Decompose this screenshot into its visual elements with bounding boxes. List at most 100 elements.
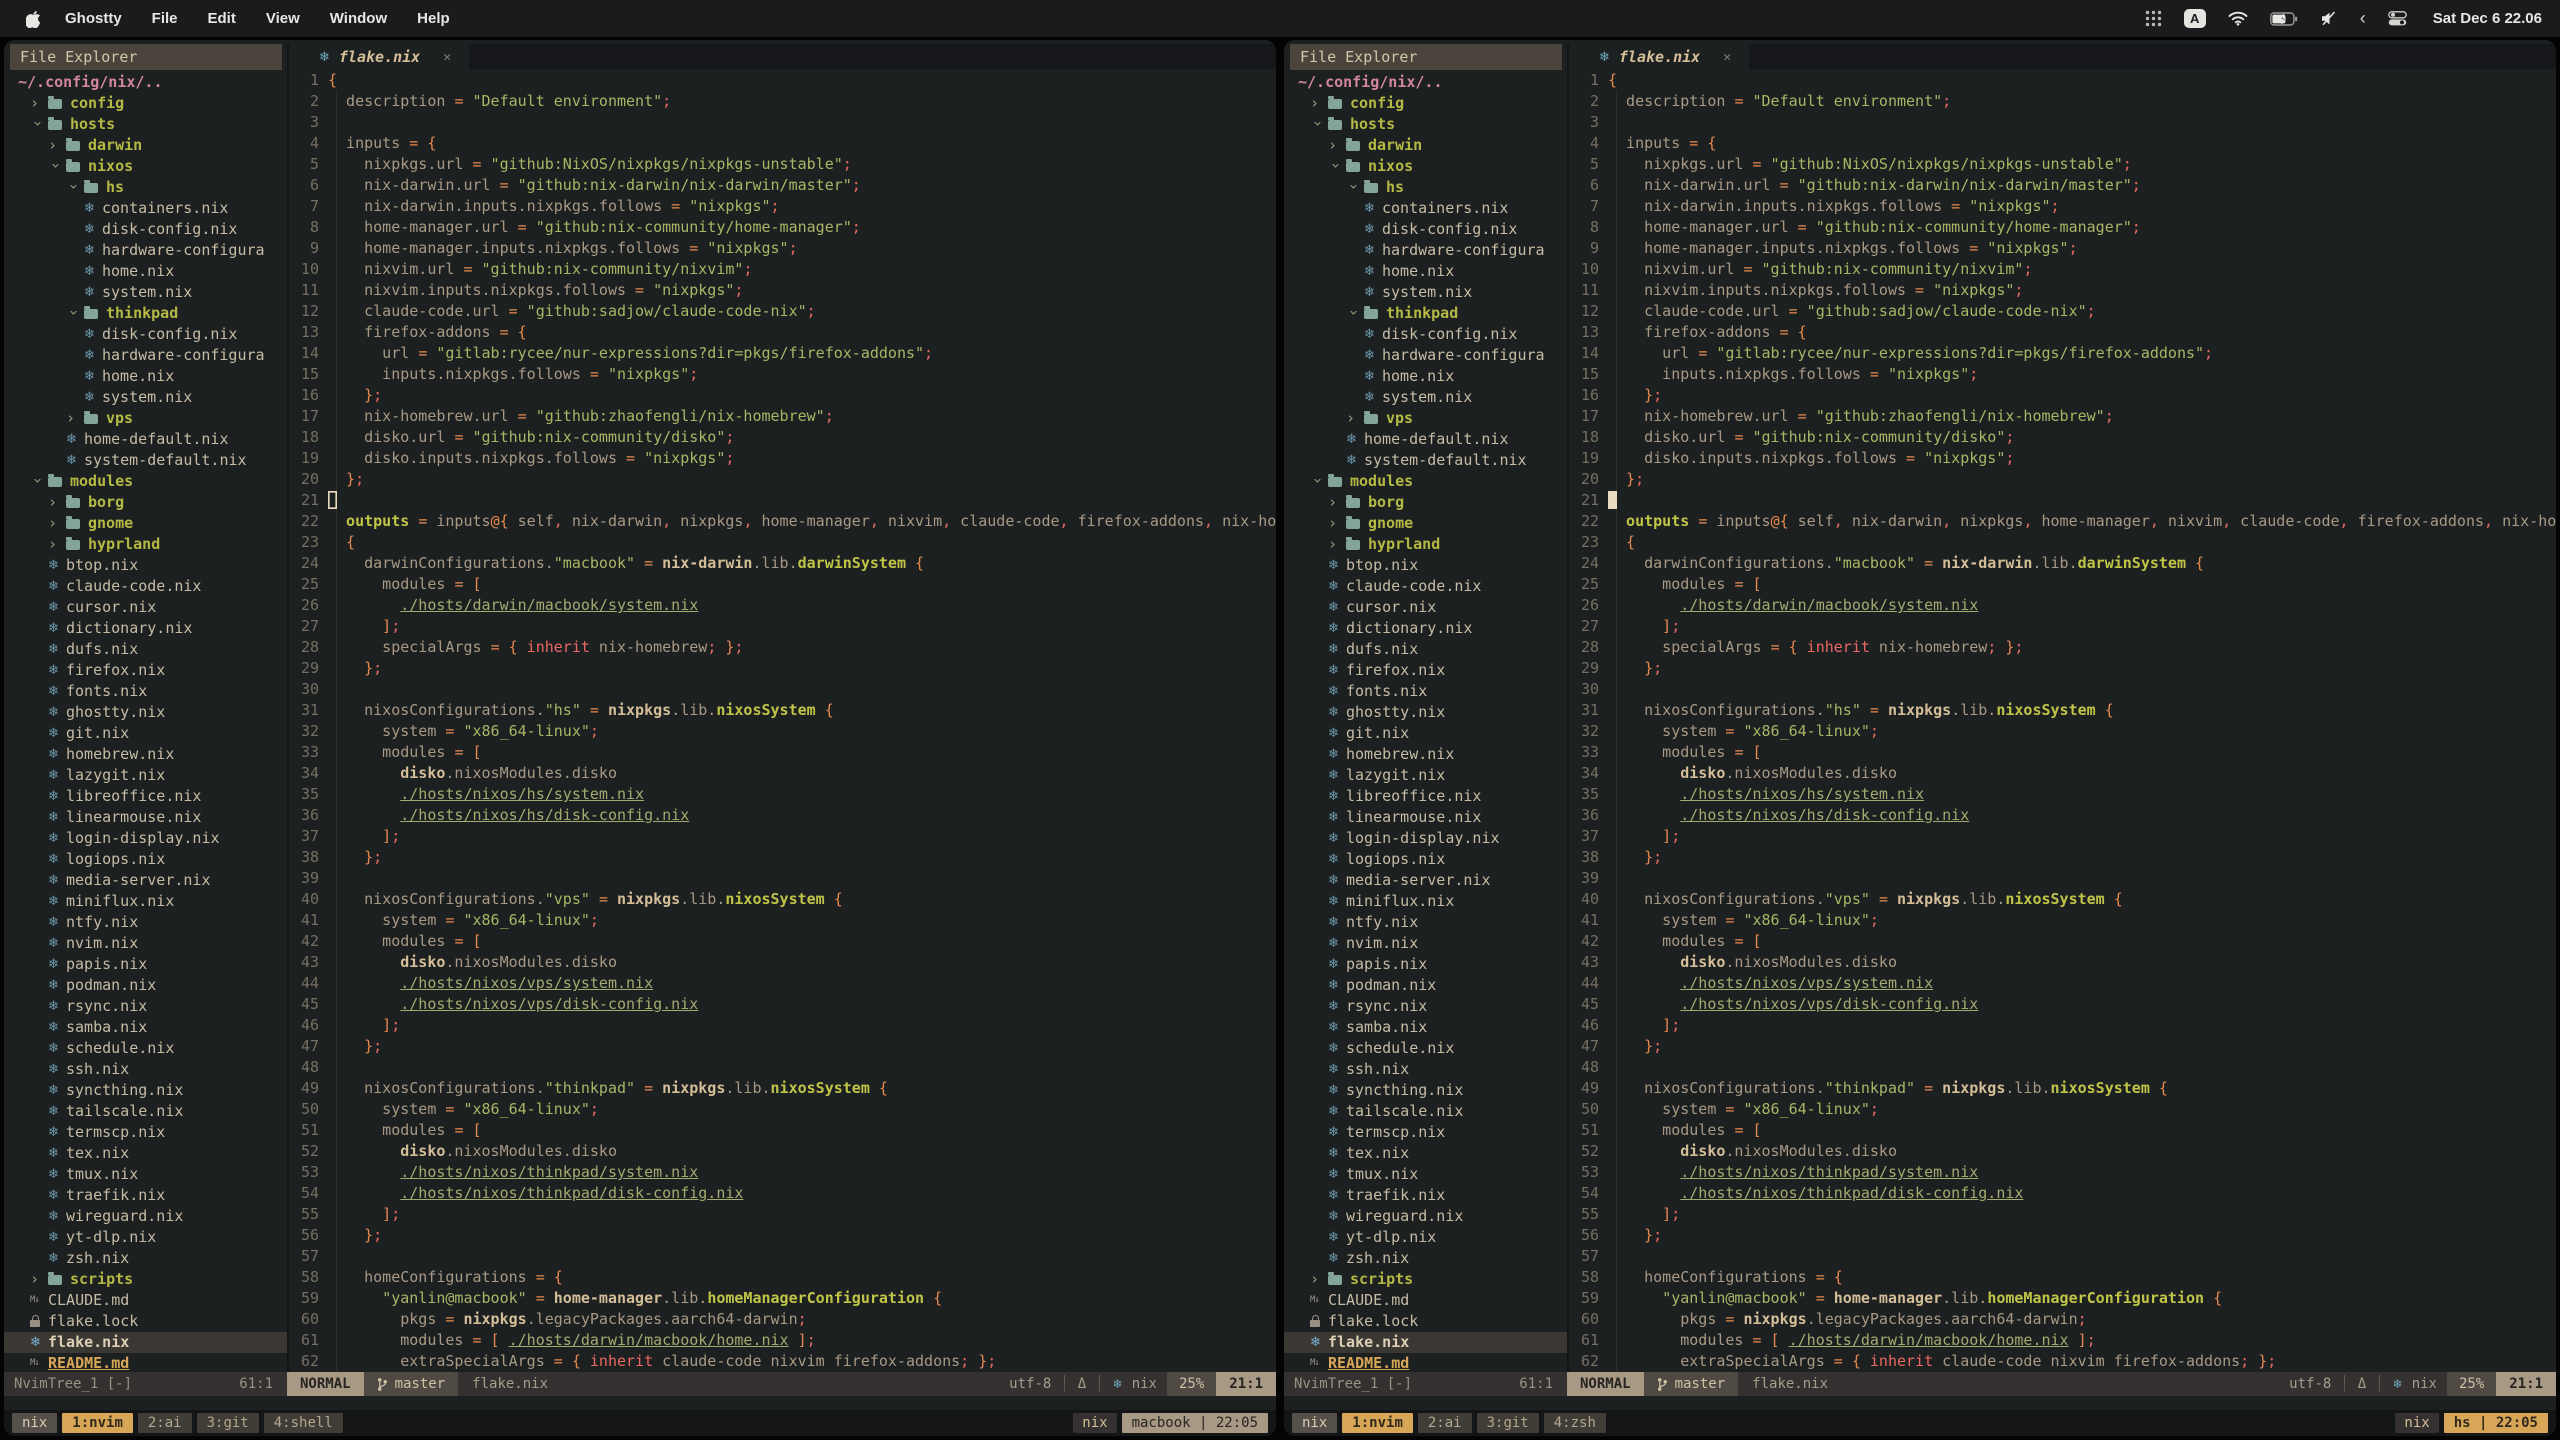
menu-item-file[interactable]: File: [152, 10, 178, 27]
code-line-30[interactable]: 30: [1569, 679, 2556, 700]
code-line-12[interactable]: 12 claude-code.url = "github:sadjow/clau…: [1569, 301, 2556, 322]
tree-file-linearmouse.nix[interactable]: ❄linearmouse.nix: [1284, 807, 1567, 828]
tree-file-linearmouse.nix[interactable]: ❄linearmouse.nix: [4, 807, 287, 828]
code-line-44[interactable]: 44 ./hosts/nixos/vps/system.nix: [289, 973, 1276, 994]
tree-folder-config[interactable]: ›config: [4, 93, 287, 114]
code-line-6[interactable]: 6 nix-darwin.url = "github:nix-darwin/ni…: [289, 175, 1276, 196]
tree-file-dictionary.nix[interactable]: ❄dictionary.nix: [1284, 618, 1567, 639]
tree-folder-modules[interactable]: ›modules: [1284, 471, 1567, 492]
tree-file-ssh.nix[interactable]: ❄ssh.nix: [4, 1059, 287, 1080]
file-tree[interactable]: ~/.config/nix/..›config›hosts›darwin›nix…: [1284, 70, 1567, 1372]
tree-file-hardware-configura[interactable]: ❄hardware-configura: [4, 240, 287, 261]
menu-app-name[interactable]: Ghostty: [65, 10, 122, 27]
code-line-7[interactable]: 7 nix-darwin.inputs.nixpkgs.follows = "n…: [1569, 196, 2556, 217]
code-line-44[interactable]: 44 ./hosts/nixos/vps/system.nix: [1569, 973, 2556, 994]
code-line-25[interactable]: 25 modules = [: [289, 574, 1276, 595]
code-line-48[interactable]: 48: [1569, 1057, 2556, 1078]
control-center-icon[interactable]: [2388, 11, 2407, 26]
tree-file-traefik.nix[interactable]: ❄traefik.nix: [4, 1185, 287, 1206]
tree-folder-hosts[interactable]: ›hosts: [1284, 114, 1567, 135]
tree-file-dufs.nix[interactable]: ❄dufs.nix: [1284, 639, 1567, 660]
code-line-32[interactable]: 32 system = "x86_64-linux";: [1569, 721, 2556, 742]
code-line-19[interactable]: 19 disko.inputs.nixpkgs.follows = "nixpk…: [1569, 448, 2556, 469]
tree-file-libreoffice.nix[interactable]: ❄libreoffice.nix: [1284, 786, 1567, 807]
tree-file-flake.lock[interactable]: flake.lock: [1284, 1311, 1567, 1332]
code-line-51[interactable]: 51 modules = [: [1569, 1120, 2556, 1141]
tree-file-wireguard.nix[interactable]: ❄wireguard.nix: [4, 1206, 287, 1227]
tree-folder-vps[interactable]: ›vps: [4, 408, 287, 429]
code-line-62[interactable]: 62 extraSpecialArgs = { inherit claude-c…: [289, 1351, 1276, 1372]
code-line-42[interactable]: 42 modules = [: [1569, 931, 2556, 952]
apps-grid-icon[interactable]: [2145, 10, 2162, 27]
tree-file-cursor.nix[interactable]: ❄cursor.nix: [4, 597, 287, 618]
code-line-5[interactable]: 5 nixpkgs.url = "github:NixOS/nixpkgs/ni…: [1569, 154, 2556, 175]
tree-file-cursor.nix[interactable]: ❄cursor.nix: [1284, 597, 1567, 618]
code-line-26[interactable]: 26 ./hosts/darwin/macbook/system.nix: [1569, 595, 2556, 616]
code-line-19[interactable]: 19 disko.inputs.nixpkgs.follows = "nixpk…: [289, 448, 1276, 469]
tree-file-homebrew.nix[interactable]: ❄homebrew.nix: [1284, 744, 1567, 765]
code-line-3[interactable]: 3: [1569, 112, 2556, 133]
tree-file-rsync.nix[interactable]: ❄rsync.nix: [4, 996, 287, 1017]
code-line-36[interactable]: 36 ./hosts/nixos/hs/disk-config.nix: [1569, 805, 2556, 826]
code-line-31[interactable]: 31 nixosConfigurations."hs" = nixpkgs.li…: [289, 700, 1276, 721]
tree-file-containers.nix[interactable]: ❄containers.nix: [4, 198, 287, 219]
code-line-7[interactable]: 7 nix-darwin.inputs.nixpkgs.follows = "n…: [289, 196, 1276, 217]
tree-file-disk-config.nix[interactable]: ❄disk-config.nix: [4, 219, 287, 240]
tree-file-claude-code.nix[interactable]: ❄claude-code.nix: [4, 576, 287, 597]
code-line-11[interactable]: 11 nixvim.inputs.nixpkgs.follows = "nixp…: [1569, 280, 2556, 301]
code-line-42[interactable]: 42 modules = [: [289, 931, 1276, 952]
code-line-22[interactable]: 22 outputs = inputs@{ self, nix-darwin, …: [289, 511, 1276, 532]
tree-file-nvim.nix[interactable]: ❄nvim.nix: [1284, 933, 1567, 954]
tree-root-path[interactable]: ~/.config/nix/..: [4, 72, 287, 93]
code-line-20[interactable]: 20 };: [1569, 469, 2556, 490]
code-line-8[interactable]: 8 home-manager.url = "github:nix-communi…: [289, 217, 1276, 238]
code-line-8[interactable]: 8 home-manager.url = "github:nix-communi…: [1569, 217, 2556, 238]
tree-file-termscp.nix[interactable]: ❄termscp.nix: [4, 1122, 287, 1143]
code-line-54[interactable]: 54 ./hosts/nixos/thinkpad/disk-config.ni…: [289, 1183, 1276, 1204]
code-line-50[interactable]: 50 system = "x86_64-linux";: [1569, 1099, 2556, 1120]
tree-file-rsync.nix[interactable]: ❄rsync.nix: [1284, 996, 1567, 1017]
code-line-28[interactable]: 28 specialArgs = { inherit nix-homebrew;…: [289, 637, 1276, 658]
code-line-9[interactable]: 9 home-manager.inputs.nixpkgs.follows = …: [1569, 238, 2556, 259]
tree-file-schedule.nix[interactable]: ❄schedule.nix: [1284, 1038, 1567, 1059]
tree-folder-scripts[interactable]: ›scripts: [4, 1269, 287, 1290]
code-line-9[interactable]: 9 home-manager.inputs.nixpkgs.follows = …: [289, 238, 1276, 259]
tree-file-papis.nix[interactable]: ❄papis.nix: [4, 954, 287, 975]
tree-folder-darwin[interactable]: ›darwin: [4, 135, 287, 156]
tree-file-system-default.nix[interactable]: ❄system-default.nix: [1284, 450, 1567, 471]
tmux-session-name[interactable]: nix: [1292, 1413, 1337, 1433]
code-line-35[interactable]: 35 ./hosts/nixos/hs/system.nix: [1569, 784, 2556, 805]
tree-file-home.nix[interactable]: ❄home.nix: [4, 366, 287, 387]
tree-file-hardware-configura[interactable]: ❄hardware-configura: [1284, 240, 1567, 261]
tree-file-tmux.nix[interactable]: ❄tmux.nix: [1284, 1164, 1567, 1185]
code-line-26[interactable]: 26 ./hosts/darwin/macbook/system.nix: [289, 595, 1276, 616]
code-line-47[interactable]: 47 };: [289, 1036, 1276, 1057]
code-line-52[interactable]: 52 disko.nixosModules.disko: [289, 1141, 1276, 1162]
apple-logo-icon[interactable]: [26, 10, 41, 28]
tab-close-icon[interactable]: ✕: [1723, 50, 1731, 65]
tree-file-traefik.nix[interactable]: ❄traefik.nix: [1284, 1185, 1567, 1206]
tree-file-git.nix[interactable]: ❄git.nix: [1284, 723, 1567, 744]
tree-file-tailscale.nix[interactable]: ❄tailscale.nix: [1284, 1101, 1567, 1122]
tree-folder-scripts[interactable]: ›scripts: [1284, 1269, 1567, 1290]
tree-folder-borg[interactable]: ›borg: [1284, 492, 1567, 513]
tree-file-miniflux.nix[interactable]: ❄miniflux.nix: [4, 891, 287, 912]
code-line-54[interactable]: 54 ./hosts/nixos/thinkpad/disk-config.ni…: [1569, 1183, 2556, 1204]
code-line-36[interactable]: 36 ./hosts/nixos/hs/disk-config.nix: [289, 805, 1276, 826]
tmux-session-name[interactable]: nix: [12, 1413, 57, 1433]
tree-file-system.nix[interactable]: ❄system.nix: [4, 282, 287, 303]
code-line-62[interactable]: 62 extraSpecialArgs = { inherit claude-c…: [1569, 1351, 2556, 1372]
code-line-17[interactable]: 17 nix-homebrew.url = "github:zhaofengli…: [1569, 406, 2556, 427]
code-line-23[interactable]: 23 {: [1569, 532, 2556, 553]
tree-file-ghostty.nix[interactable]: ❄ghostty.nix: [1284, 702, 1567, 723]
code-line-61[interactable]: 61 modules = [ ./hosts/darwin/macbook/ho…: [289, 1330, 1276, 1351]
tree-file-login-display.nix[interactable]: ❄login-display.nix: [4, 828, 287, 849]
tree-folder-modules[interactable]: ›modules: [4, 471, 287, 492]
code-line-10[interactable]: 10 nixvim.url = "github:nix-community/ni…: [289, 259, 1276, 280]
tree-folder-hs[interactable]: ›hs: [4, 177, 287, 198]
code-line-51[interactable]: 51 modules = [: [289, 1120, 1276, 1141]
code-line-33[interactable]: 33 modules = [: [289, 742, 1276, 763]
tree-file-homebrew.nix[interactable]: ❄homebrew.nix: [4, 744, 287, 765]
tree-folder-hs[interactable]: ›hs: [1284, 177, 1567, 198]
tree-folder-vps[interactable]: ›vps: [1284, 408, 1567, 429]
